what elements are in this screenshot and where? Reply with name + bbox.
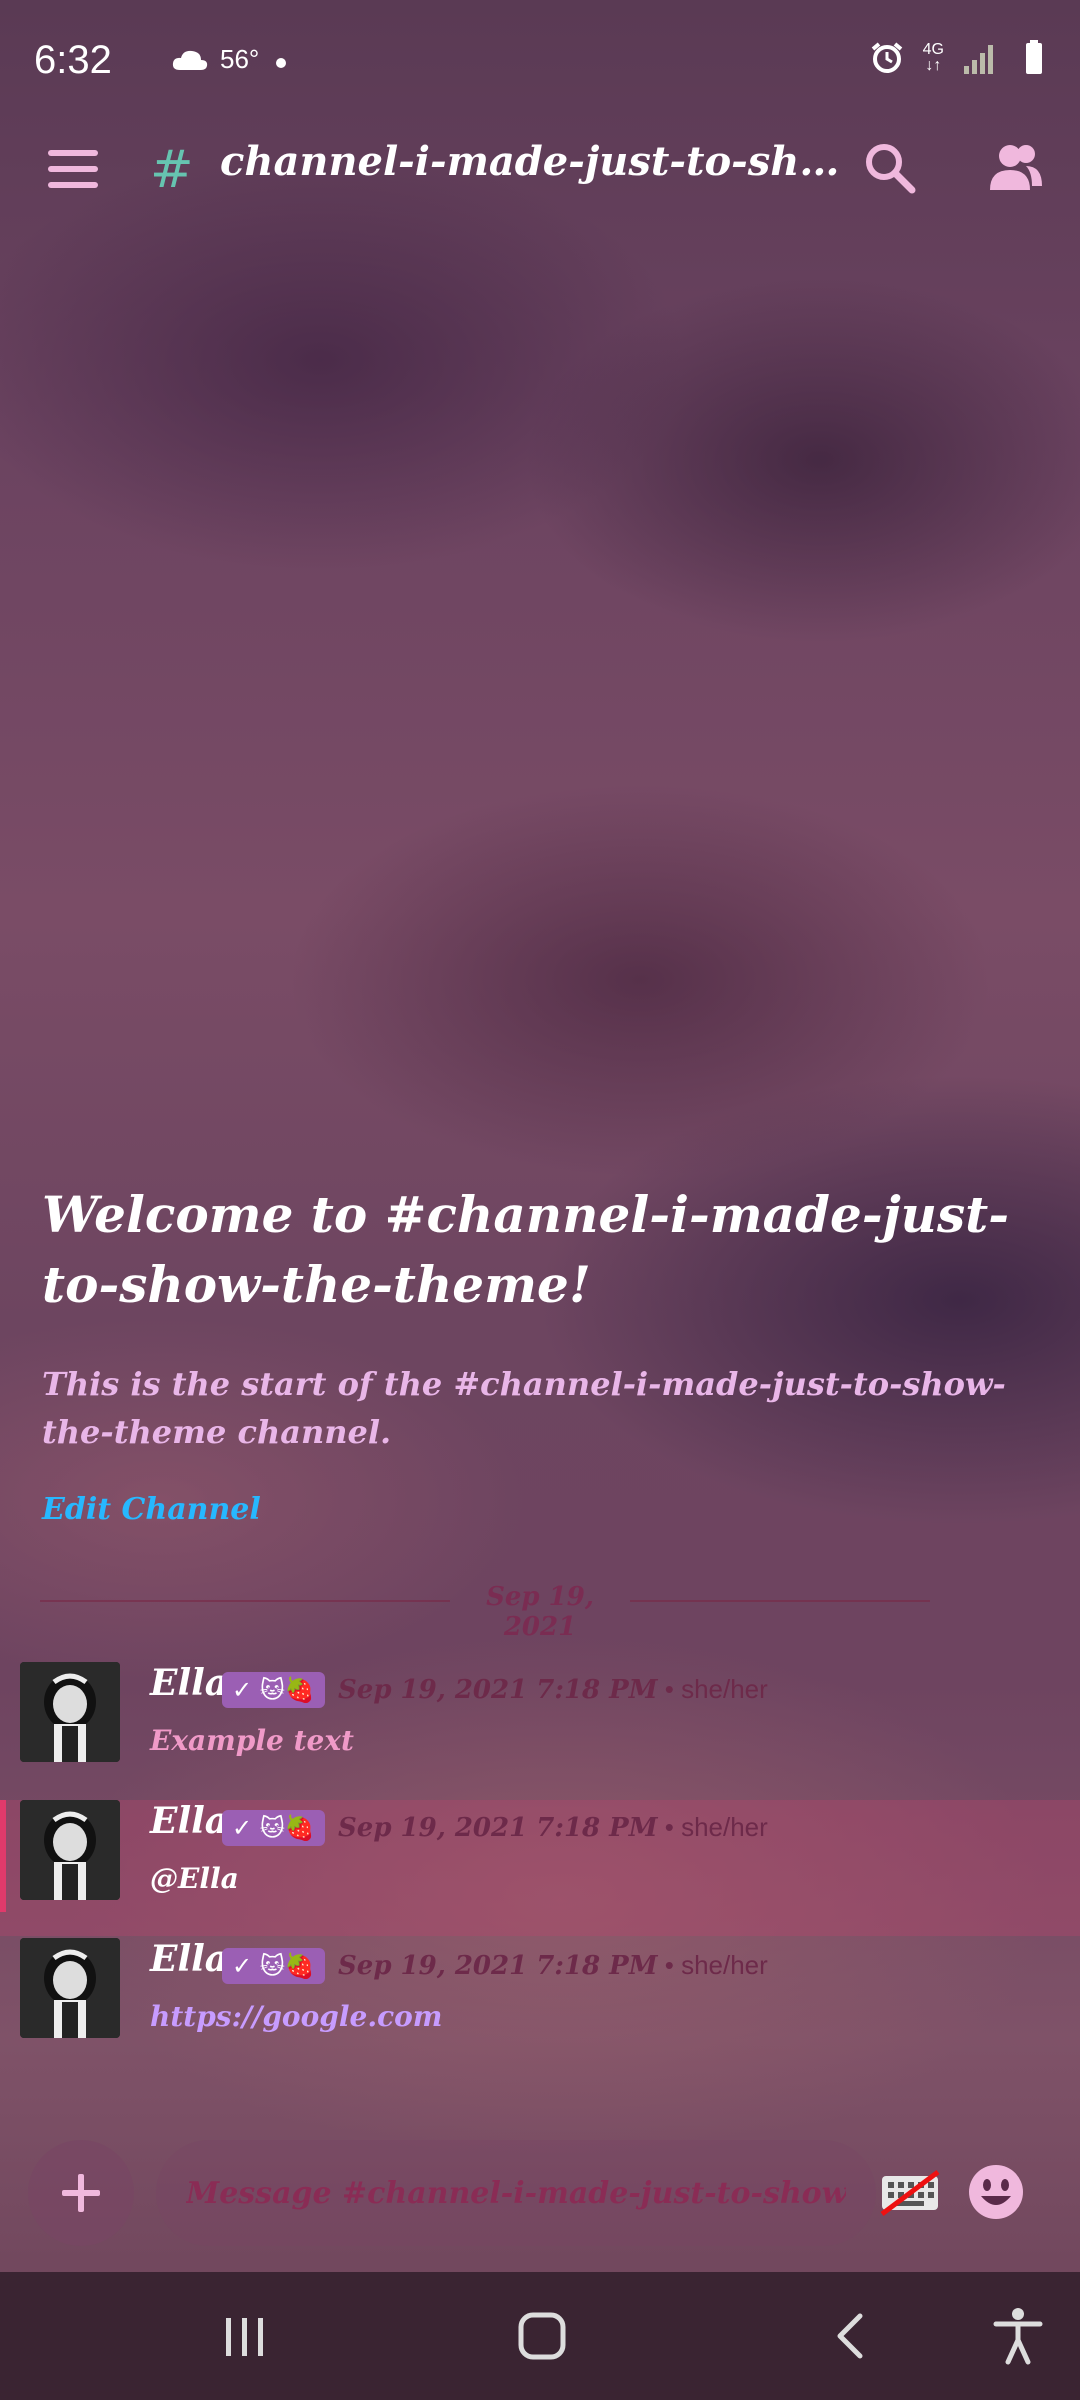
- message-item[interactable]: Ella ✓ 🐱🍓 Sep 19, 2021 7:18 PM • she/her…: [0, 1938, 1080, 2074]
- channel-hash-icon: #: [150, 140, 194, 200]
- signal-icon: [964, 45, 993, 74]
- hamburger-icon[interactable]: [48, 146, 98, 196]
- message-link[interactable]: https://google.com: [150, 2000, 442, 2033]
- timestamp-text: Sep 19, 2021 7:18 PM: [338, 1675, 658, 1705]
- home-icon[interactable]: [516, 2310, 568, 2362]
- message-input[interactable]: [156, 2140, 876, 2246]
- role-badges: ✓ 🐱🍓: [222, 1948, 325, 1984]
- back-icon[interactable]: [826, 2310, 876, 2362]
- notification-dot: [276, 58, 286, 68]
- welcome-title: Welcome to #channel-i-made-just-to-show-…: [42, 1185, 1010, 1314]
- recent-apps-icon[interactable]: [220, 2312, 270, 2362]
- battery-icon: [1026, 40, 1042, 74]
- message-timestamp: Sep 19, 2021 7:18 PM • she/her: [338, 1674, 768, 1705]
- divider-line-left: [40, 1600, 450, 1602]
- pronouns: • she/her: [657, 1674, 768, 1704]
- channel-welcome: Welcome to #channel-i-made-just-to-show-…: [42, 1180, 1042, 1527]
- temperature: 56°: [220, 44, 260, 74]
- message-author[interactable]: Ella: [150, 1800, 228, 1842]
- date-divider-label: Sep 19, 2021: [486, 1582, 594, 1642]
- timestamp-text: Sep 19, 2021 7:18 PM: [338, 1813, 658, 1843]
- avatar[interactable]: [20, 1800, 120, 1900]
- system-nav-bar: [0, 2272, 1080, 2400]
- message-author[interactable]: Ella: [150, 1938, 228, 1980]
- message-item[interactable]: Ella ✓ 🐱🍓 Sep 19, 2021 7:18 PM • she/her…: [0, 1800, 1080, 1936]
- message-mention[interactable]: @Ella: [150, 1862, 239, 1895]
- cloud-icon: [172, 50, 208, 70]
- search-icon[interactable]: [860, 138, 920, 198]
- message-item[interactable]: Ella ✓ 🐱🍓 Sep 19, 2021 7:18 PM • she/her…: [0, 1662, 1080, 1798]
- message-timestamp: Sep 19, 2021 7:18 PM • she/her: [338, 1812, 768, 1843]
- message-text: Example text: [150, 1724, 354, 1757]
- top-app-bar: # channel-i-made-just-to-show-th...: [0, 120, 1080, 240]
- edit-channel-link[interactable]: Edit Channel: [42, 1492, 261, 1527]
- date-divider: Sep 19, 2021: [0, 1576, 1080, 1642]
- weather: 56°: [170, 44, 259, 75]
- accessibility-icon[interactable]: [988, 2306, 1048, 2366]
- divider-line-right: [630, 1600, 930, 1602]
- status-bar: 6:32 56° 4G ↓↑: [0, 0, 1080, 120]
- mention-indicator: [0, 1800, 6, 1912]
- avatar[interactable]: [20, 1938, 120, 2038]
- network-type: 4G ↓↑: [922, 41, 944, 74]
- timestamp-text: Sep 19, 2021 7:18 PM: [338, 1951, 658, 1981]
- avatar[interactable]: [20, 1662, 120, 1762]
- members-icon[interactable]: [986, 138, 1046, 198]
- channel-title[interactable]: channel-i-made-just-to-show-th...: [220, 138, 840, 185]
- welcome-subtitle: This is the start of the #channel-i-made…: [42, 1365, 1006, 1451]
- plus-icon[interactable]: [28, 2140, 134, 2246]
- pronouns: • she/her: [657, 1812, 768, 1842]
- role-badges: ✓ 🐱🍓: [222, 1810, 325, 1846]
- message-composer: [0, 2140, 1080, 2250]
- message-author[interactable]: Ella: [150, 1662, 228, 1704]
- emoji-icon[interactable]: [966, 2162, 1026, 2222]
- status-icons: 4G ↓↑: [869, 40, 1052, 76]
- alarm-icon: [871, 42, 902, 73]
- status-time: 6:32: [34, 38, 112, 82]
- keyboard-off-icon[interactable]: [878, 2168, 942, 2216]
- pronouns: • she/her: [657, 1950, 768, 1980]
- role-badges: ✓ 🐱🍓: [222, 1672, 325, 1708]
- message-timestamp: Sep 19, 2021 7:18 PM • she/her: [338, 1950, 768, 1981]
